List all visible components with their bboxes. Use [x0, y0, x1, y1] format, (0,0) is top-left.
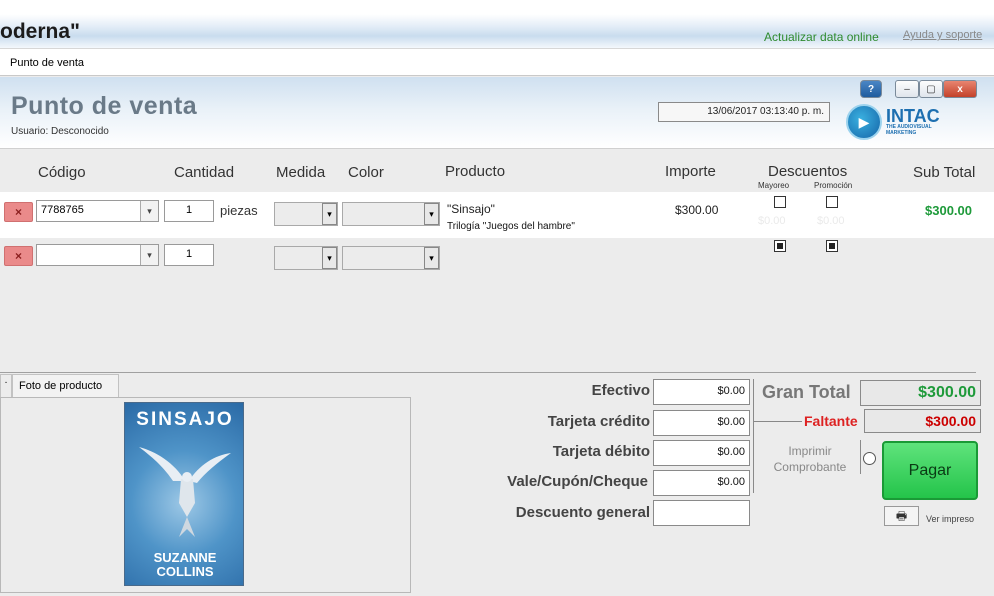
chevron-down-icon[interactable]: ▾ — [424, 247, 439, 269]
close-button[interactable]: x — [943, 80, 977, 98]
delete-row-button[interactable]: × — [4, 246, 33, 266]
vale-cupon-cheque-input[interactable]: $0.00 — [653, 470, 750, 496]
tarjeta-debito-input[interactable]: $0.00 — [653, 440, 750, 466]
gran-total-label: Gran Total — [762, 382, 851, 402]
column-cantidad: Cantidad — [174, 164, 235, 181]
chevron-down-icon[interactable]: ▾ — [322, 203, 337, 225]
column-promocion: Promoción — [814, 181, 853, 190]
tab-strip — [0, 48, 994, 76]
tarjeta-debito-label: Tarjeta débito — [552, 443, 650, 460]
column-codigo: Código — [38, 164, 86, 181]
chevron-down-icon[interactable]: ▾ — [140, 201, 158, 221]
subtotal-value: $300.00 — [925, 203, 972, 218]
minimize-button[interactable]: – — [895, 80, 919, 98]
importe-value: $300.00 — [675, 203, 719, 217]
efectivo-label: Efectivo — [591, 382, 650, 399]
bracket-line — [752, 379, 754, 493]
intac-logo: ▶ INTAC THE AUDIOVISUAL MARKETING — [846, 104, 946, 140]
quantity-field[interactable]: 1 — [164, 200, 214, 222]
color-dropdown[interactable]: ▾ — [342, 202, 440, 226]
tab-foto-producto[interactable]: Foto de producto — [12, 374, 119, 398]
help-button[interactable]: ? — [860, 80, 882, 98]
unit-label: piezas — [220, 203, 258, 218]
tab-stub[interactable]: . — [0, 374, 12, 398]
chevron-down-icon[interactable]: ▾ — [424, 203, 439, 225]
promocion-checkbox[interactable] — [826, 196, 838, 208]
column-importe: Importe — [665, 163, 716, 180]
column-subtotal: Sub Total — [913, 164, 976, 181]
medida-dropdown[interactable]: ▾ — [274, 202, 338, 226]
ver-impreso-label[interactable]: Ver impreso — [926, 514, 974, 524]
imprimir-comprobante-label: Imprimir Comprobante — [773, 444, 847, 474]
descuento-general-label: Descuento general — [515, 504, 650, 521]
tab-punto-de-venta[interactable]: Punto de venta — [10, 57, 84, 69]
column-mayoreo: Mayoreo — [758, 181, 790, 190]
sync-data-link[interactable]: Actualizar data online — [764, 30, 879, 44]
descuento-general-input[interactable] — [653, 500, 750, 526]
code-value: 7788765 — [41, 204, 84, 216]
help-support-link[interactable]: Ayuda y soporte — [903, 29, 982, 41]
printer-icon[interactable]: 🖶 — [884, 506, 919, 526]
mayoreo-checkbox[interactable] — [774, 196, 786, 208]
column-producto: Producto — [445, 163, 506, 180]
mayoreo-amount: $0.00 — [758, 215, 786, 227]
play-icon: ▶ — [846, 104, 882, 140]
gran-total-value: $300.00 — [860, 380, 981, 406]
chevron-down-icon[interactable]: ▾ — [322, 247, 337, 269]
page-title: Punto de venta — [11, 92, 198, 120]
promocion-amount: $0.00 — [817, 215, 845, 227]
medida-dropdown[interactable]: ▾ — [274, 246, 338, 270]
column-descuentos: Descuentos — [768, 163, 848, 180]
connector-line — [754, 421, 802, 422]
book-cover-title: SINSAJO — [136, 409, 234, 430]
code-combobox[interactable]: ▾ — [36, 244, 159, 266]
column-medida: Medida — [276, 164, 326, 181]
datetime-display: 13/06/2017 03:13:40 p. m. — [658, 102, 830, 122]
product-image: SINSAJO SUZANNE COLLINS — [124, 402, 244, 586]
imprimir-comprobante-radio[interactable] — [863, 452, 876, 465]
user-label: Usuario: Desconocido — [11, 126, 109, 137]
promocion-checkbox[interactable] — [826, 240, 838, 252]
mayoreo-checkbox[interactable] — [774, 240, 786, 252]
app-title: oderna" — [0, 20, 80, 43]
logo-text: INTAC — [886, 106, 940, 126]
color-dropdown[interactable]: ▾ — [342, 246, 440, 270]
maximize-button[interactable]: ▢ — [919, 80, 943, 98]
pagar-button[interactable]: Pagar — [882, 441, 978, 500]
column-color: Color — [348, 164, 384, 181]
delete-row-button[interactable]: × — [4, 202, 33, 222]
chevron-down-icon[interactable]: ▾ — [140, 245, 158, 265]
faltante-value: $300.00 — [864, 409, 981, 433]
faltante-label: Faltante — [804, 413, 858, 429]
quantity-field[interactable]: 1 — [164, 244, 214, 266]
tarjeta-credito-label: Tarjeta crédito — [547, 413, 650, 430]
product-name: "Sinsajo" — [447, 202, 495, 216]
code-combobox[interactable]: 7788765 ▾ — [36, 200, 159, 222]
tarjeta-credito-input[interactable]: $0.00 — [653, 410, 750, 436]
efectivo-input[interactable]: $0.00 — [653, 379, 750, 405]
vale-cupon-cheque-label: Vale/Cupón/Cheque — [507, 473, 648, 490]
mockingjay-bird-icon — [139, 447, 231, 537]
section-divider — [0, 372, 976, 373]
book-cover-author: SUZANNE COLLINS — [153, 550, 217, 579]
product-subtitle: Trilogía "Juegos del hambre" — [447, 221, 575, 232]
